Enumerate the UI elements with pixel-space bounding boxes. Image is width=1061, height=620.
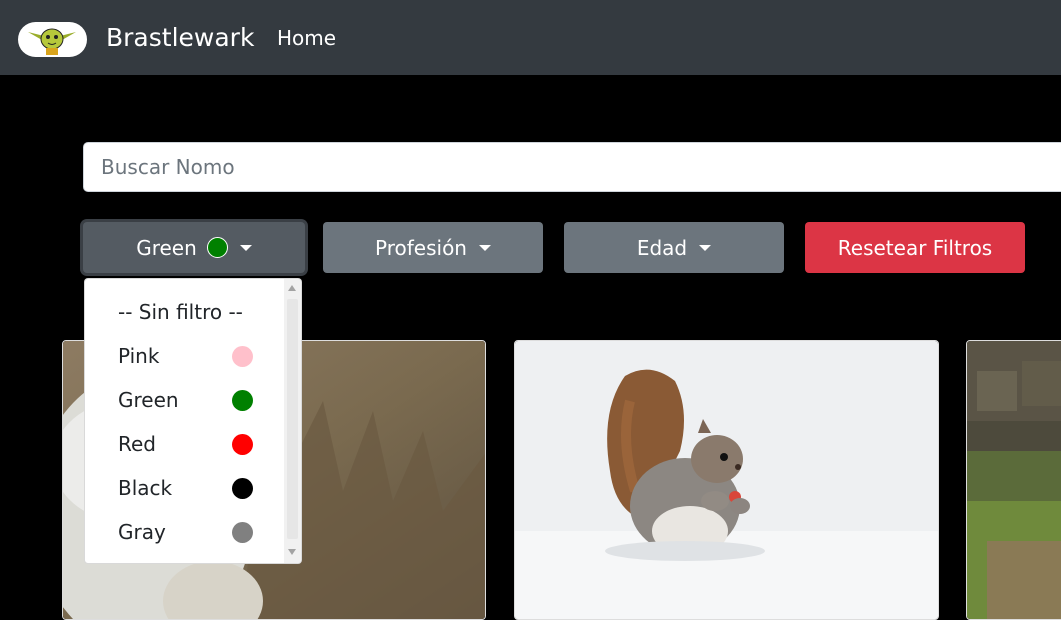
dropdown-item-no-filter[interactable]: -- Sin filtro --: [85, 290, 285, 334]
dropdown-item-label: Green: [118, 388, 179, 412]
dropdown-item-label: Gray: [118, 520, 166, 544]
gnome-logo-icon[interactable]: [18, 22, 87, 57]
nav-link-home[interactable]: Home: [277, 24, 336, 52]
color-swatch-green: [232, 390, 253, 411]
gnome-card[interactable]: [514, 340, 939, 620]
color-filter-label: Green: [136, 235, 197, 260]
grass-and-stone-photo: [967, 341, 1061, 619]
dropdown-scrollbar[interactable]: [284, 279, 301, 563]
caret-down-icon: [699, 244, 712, 251]
color-swatch-gray: [232, 522, 253, 543]
color-filter-button[interactable]: Green: [83, 222, 305, 273]
caret-down-icon: [239, 244, 252, 251]
dropdown-item-label: Red: [118, 432, 156, 456]
dropdown-item-black[interactable]: Black: [85, 466, 285, 510]
brand-title[interactable]: Brastlewark: [106, 20, 254, 56]
dropdown-item-green[interactable]: Green: [85, 378, 285, 422]
dropdown-item-label: -- Sin filtro --: [118, 300, 243, 324]
scroll-down-arrow-icon[interactable]: [288, 549, 296, 555]
reset-filters-button[interactable]: Resetear Filtros: [805, 222, 1025, 273]
dropdown-item-gray[interactable]: Gray: [85, 510, 285, 554]
profession-filter-button[interactable]: Profesión: [323, 222, 543, 273]
caret-down-icon: [478, 244, 491, 251]
color-swatch-red: [232, 434, 253, 455]
age-filter-label: Edad: [636, 235, 688, 260]
search-input[interactable]: [83, 142, 1061, 192]
dropdown-item-pink[interactable]: Pink: [85, 334, 285, 378]
color-filter-dropdown: -- Sin filtro -- Pink Green Red Black Gr…: [84, 278, 302, 564]
dropdown-item-label: Pink: [118, 344, 160, 368]
navbar: Brastlewark Home: [0, 0, 1061, 75]
profession-filter-label: Profesión: [375, 235, 467, 260]
color-swatch-pink: [232, 346, 253, 367]
gnome-card[interactable]: [966, 340, 1061, 620]
age-filter-button[interactable]: Edad: [564, 222, 784, 273]
color-swatch-black: [232, 478, 253, 499]
reset-filters-label: Resetear Filtros: [837, 235, 993, 260]
dropdown-item-label: Black: [118, 476, 173, 500]
dropdown-item-red[interactable]: Red: [85, 422, 285, 466]
scrollbar-thumb[interactable]: [287, 299, 298, 539]
selected-color-swatch: [206, 237, 228, 258]
scroll-up-arrow-icon[interactable]: [288, 285, 296, 291]
squirrel-in-snow-photo: [515, 341, 938, 619]
